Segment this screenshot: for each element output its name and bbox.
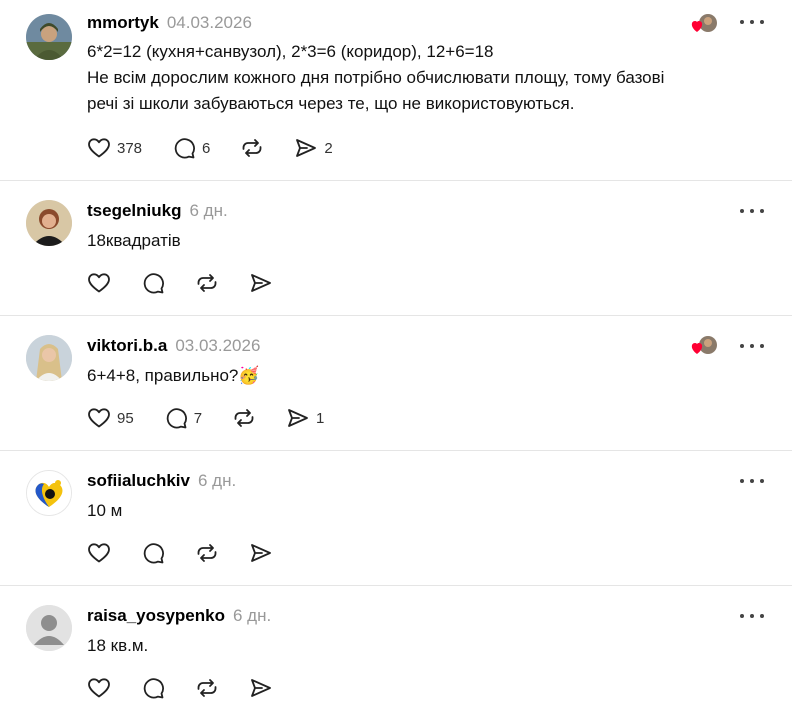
share-button[interactable] [249,676,273,700]
post-actions [87,271,303,295]
heart-icon [88,408,110,428]
post-mmortyk: mmortyk 04.03.2026 6*2=12 (кухня+санвузо… [0,0,792,181]
repost-arrows-icon [197,274,217,292]
post-text-line: 6*2=12 (кухня+санвузол), 2*3=6 (коридор)… [87,42,494,61]
like-button[interactable] [87,271,111,295]
post-header: mmortyk 04.03.2026 [87,13,252,33]
heart-icon [88,273,110,293]
post-date[interactable]: 6 дн. [189,201,227,221]
post-actions [87,676,303,700]
comment-bubble-icon [166,408,187,429]
post-sofiialuchkiv: sofiialuchkiv 6 дн. 10 м [0,451,792,586]
avatar[interactable] [26,470,72,516]
like-count: 378 [117,139,143,157]
comment-bubble-icon [143,678,164,699]
username[interactable]: sofiialuchkiv [87,471,190,491]
more-dots-icon[interactable] [740,611,764,621]
post-header: sofiialuchkiv 6 дн. [87,471,236,491]
repost-arrows-icon [197,679,217,697]
post-actions: 95 7 1 [87,406,354,430]
post-actions [87,541,303,565]
repost-button[interactable] [195,676,219,700]
post-date[interactable]: 6 дн. [198,471,236,491]
reply-button[interactable]: 7 [164,406,202,430]
post-text-line: 6+4+8, правильно?🥳 [87,366,260,385]
post-text-line: 10 м [87,501,123,520]
share-button[interactable] [249,271,273,295]
like-button[interactable] [87,541,111,565]
liked-by-author-badge [690,13,718,35]
username[interactable]: mmortyk [87,13,159,33]
username[interactable]: raisa_yosypenko [87,606,225,626]
reply-button[interactable] [141,676,165,700]
post-tsegelniukg: tsegelniukg 6 дн. 18квадратів [0,181,792,316]
post-text: 6*2=12 (кухня+санвузол), 2*3=6 (коридор)… [87,39,752,117]
send-paper-plane-icon [251,679,271,697]
reply-count: 7 [193,409,203,427]
share-button[interactable]: 1 [286,406,324,430]
comment-bubble-icon [143,543,164,564]
like-button[interactable]: 378 [87,136,142,160]
avatar[interactable] [26,605,72,651]
post-text: 18квадратів [87,228,752,254]
avatar[interactable] [26,200,72,246]
post-text: 6+4+8, правильно?🥳 [87,363,752,389]
repost-button[interactable] [240,136,264,160]
share-count: 2 [324,139,333,157]
post-header: viktori.b.a 03.03.2026 [87,336,260,356]
send-paper-plane-icon [288,409,308,427]
reply-button[interactable]: 6 [172,136,210,160]
send-paper-plane-icon [251,274,271,292]
repost-arrows-icon [242,139,262,157]
comment-bubble-icon [143,273,164,294]
username[interactable]: viktori.b.a [87,336,167,356]
post-text-line: речі зі школи забуваються через те, що н… [87,94,575,113]
post-text: 10 м [87,498,752,524]
post-date[interactable]: 04.03.2026 [167,13,252,33]
heart-icon [88,678,110,698]
reply-count: 6 [202,139,211,157]
heart-icon [88,138,110,158]
post-text-line: 18 кв.м. [87,636,149,655]
post-text-line: 18квадратів [87,231,181,250]
post-actions: 378 6 2 [87,136,363,160]
send-paper-plane-icon [296,139,317,157]
username[interactable]: tsegelniukg [87,201,181,221]
post-text: 18 кв.м. [87,633,752,659]
more-dots-icon[interactable] [740,206,764,216]
post-header: tsegelniukg 6 дн. [87,201,228,221]
post-text-line: Не всім дорослим кожного дня потрібно об… [87,68,665,87]
post-date[interactable]: 03.03.2026 [175,336,260,356]
comment-bubble-icon [174,138,195,159]
share-button[interactable]: 2 [294,136,333,160]
avatar[interactable] [26,335,72,381]
post-header: raisa_yosypenko 6 дн. [87,606,271,626]
repost-button[interactable] [195,271,219,295]
more-dots-icon[interactable] [740,341,764,351]
repost-arrows-icon [234,409,254,427]
reply-button[interactable] [141,541,165,565]
like-count: 95 [117,409,134,427]
reply-button[interactable] [141,271,165,295]
post-viktori-b-a: viktori.b.a 03.03.2026 6+4+8, правильно?… [0,316,792,451]
like-button[interactable] [87,676,111,700]
send-paper-plane-icon [251,544,271,562]
share-button[interactable] [249,541,273,565]
repost-button[interactable] [232,406,256,430]
like-button[interactable]: 95 [87,406,134,430]
liked-by-author-badge [690,335,718,357]
heart-icon [88,543,110,563]
post-raisa-yosypenko: raisa_yosypenko 6 дн. 18 кв.м. [0,586,792,711]
avatar[interactable] [26,14,72,60]
more-dots-icon[interactable] [740,17,764,27]
repost-button[interactable] [195,541,219,565]
share-count: 1 [316,409,325,427]
more-dots-icon[interactable] [740,476,764,486]
repost-arrows-icon [197,544,217,562]
post-date[interactable]: 6 дн. [233,606,271,626]
